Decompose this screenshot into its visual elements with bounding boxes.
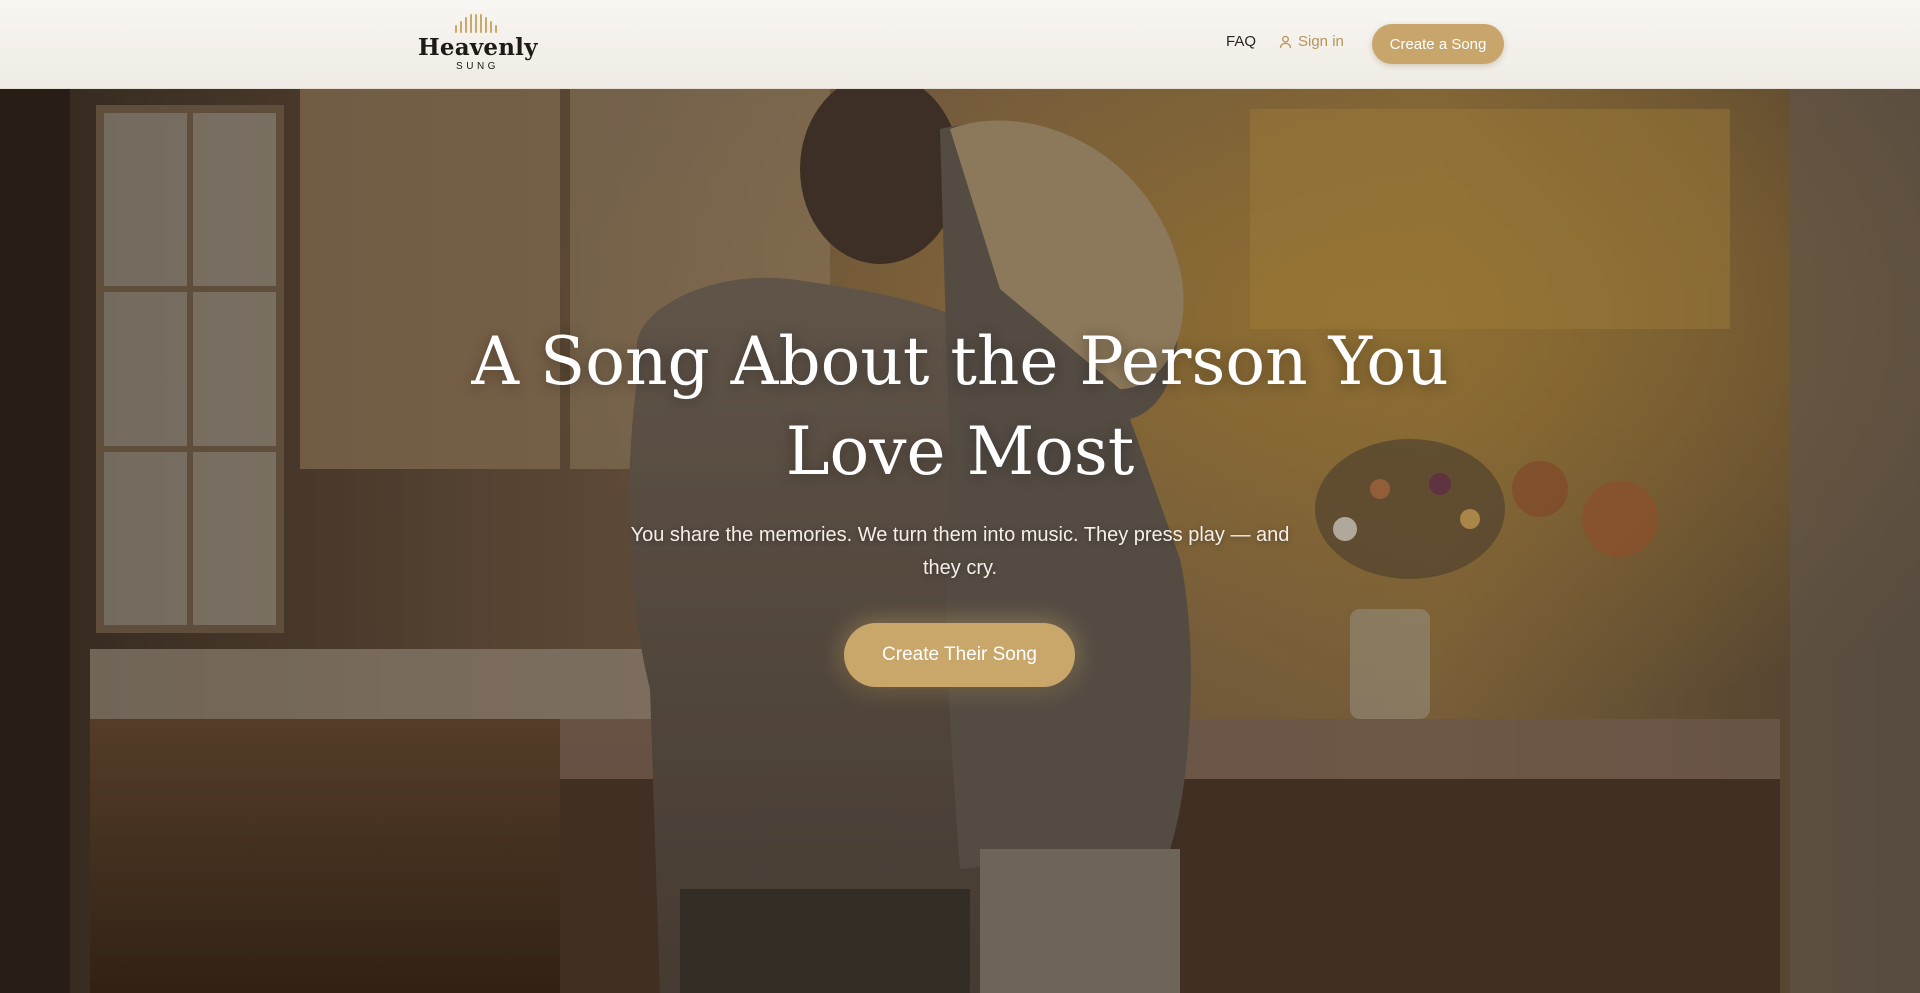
- sound-wave-icon: [418, 14, 534, 33]
- nav-signin-link[interactable]: Sign in: [1279, 33, 1344, 50]
- create-song-button[interactable]: Create a Song: [1372, 24, 1504, 64]
- create-their-song-button[interactable]: Create Their Song: [844, 623, 1075, 687]
- logo[interactable]: Heavenly SUNG: [418, 14, 538, 76]
- logo-name: Heavenly: [418, 34, 538, 61]
- hero-section: A Song About the Person You Love Most Yo…: [0, 89, 1920, 993]
- nav-faq-link[interactable]: FAQ: [1226, 33, 1256, 50]
- hero-title: A Song About the Person You Love Most: [471, 323, 1449, 490]
- site-header: Heavenly SUNG FAQ Sign in Create a Song: [0, 0, 1920, 89]
- logo-tagline: SUNG: [456, 61, 499, 72]
- hero-subtitle: You share the memories. We turn them int…: [630, 524, 1290, 579]
- signin-label: Sign in: [1298, 33, 1344, 50]
- user-icon: [1279, 35, 1292, 49]
